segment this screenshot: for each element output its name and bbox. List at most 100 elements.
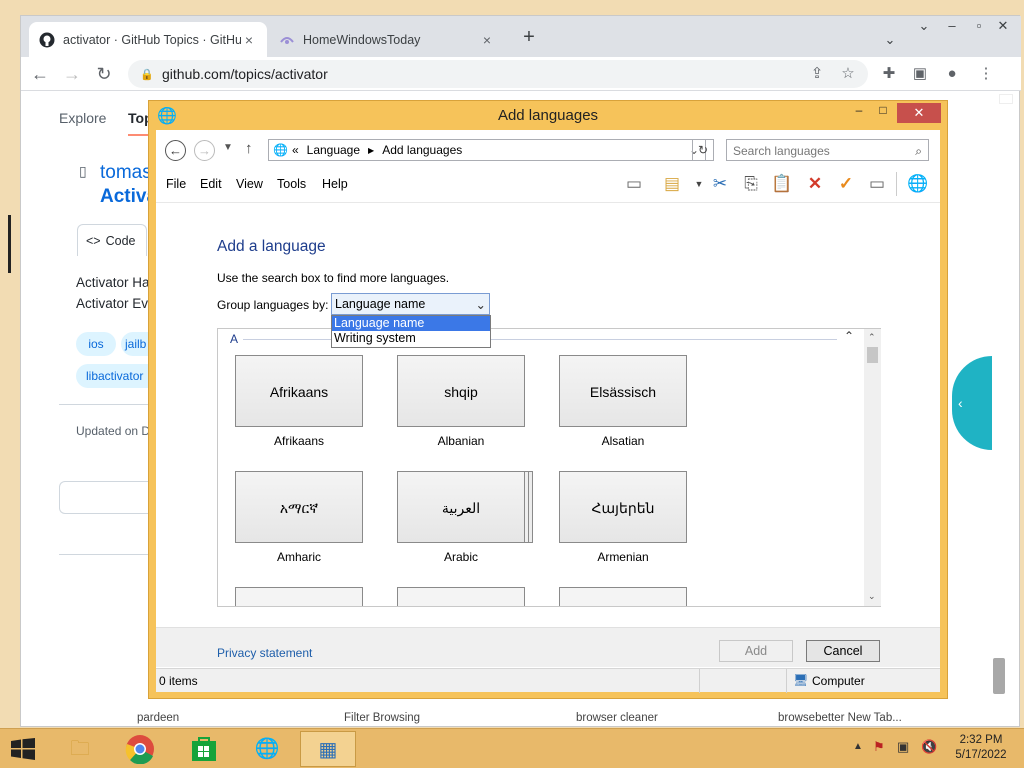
scroll-up-icon[interactable]: ⌃ [868,332,876,343]
menu-tools[interactable]: Tools [277,166,306,202]
cut-icon[interactable]: ✂ [707,172,733,196]
chrome-icon[interactable] [112,731,168,767]
topic-tag[interactable]: libactivator [76,364,151,388]
nav-explore[interactable]: Explore [59,110,106,126]
status-items: 0 items [159,674,198,688]
copy-icon[interactable]: ⎘ [738,172,764,196]
extensions-puzzle-icon[interactable]: ✚ [878,63,900,85]
share-icon[interactable]: ⇪ [806,63,828,85]
chevron-right-icon: ▶ [368,145,375,155]
globe-icon[interactable]: 🌐 [905,172,931,196]
language-tile-arabic[interactable]: العربية [397,471,525,543]
action-center-flag-icon[interactable]: ⚑ [873,739,885,755]
language-globe-icon[interactable]: 🌐 [239,731,295,767]
dialog-footer: Privacy statement Add Cancel [156,627,940,667]
group-by-label: Group languages by: [217,298,329,312]
new-tab-button[interactable]: + [516,24,542,50]
profile-avatar-icon[interactable]: ● [941,63,963,85]
browser-toolbar: ← → ↻ 🔒 github.com/topics/activator ⇪ ☆ … [21,57,1021,91]
side-widget-chevron-icon[interactable]: ‹ [952,356,992,450]
address-bar[interactable]: 🔒 github.com/topics/activator [128,60,868,88]
clock[interactable]: 2:32 PM 5/17/2022 [951,733,1011,763]
tab-homewindowstoday[interactable]: HomeWindowsToday × [269,22,505,57]
properties-icon[interactable]: ▭ [864,172,890,196]
search-placeholder: Search languages [733,144,830,158]
close-icon[interactable]: ✕ [897,103,941,123]
option-language-name[interactable]: Language name [332,316,490,331]
language-tile-partial[interactable] [235,587,363,606]
checkmark-icon[interactable]: ✓ [833,172,859,196]
load-more-button[interactable] [59,481,151,514]
store-icon[interactable] [176,731,232,767]
collapse-chevron-icon[interactable]: ⌃ [844,329,854,343]
code-tab[interactable]: <> Code [77,224,147,256]
menu-help[interactable]: Help [322,166,348,202]
option-writing-system[interactable]: Writing system [332,331,490,346]
group-by-select[interactable]: Language name ⌄ [331,293,490,315]
search-input[interactable]: Search languages ⌕ [726,139,929,161]
close-tab-icon[interactable]: × [241,32,257,48]
privacy-link[interactable]: Privacy statement [217,646,312,660]
language-tile-afrikaans[interactable]: Afrikaans [235,355,363,427]
topic-tag[interactable]: ios [76,332,116,356]
language-tile-armenian[interactable]: Հայերեն [559,471,687,543]
bottom-cut-text: Filter Browsing [344,712,421,724]
recent-dropdown-icon[interactable]: ▼ [223,142,233,153]
page-scrollbar-thumb[interactable] [993,658,1005,694]
minimize-icon[interactable]: – [847,103,871,123]
bookmark-star-icon[interactable]: ☆ [837,63,859,85]
status-location: Computer [812,674,865,688]
side-panel-icon[interactable]: ▣ [909,63,931,85]
language-tile-partial[interactable] [559,587,687,606]
control-panel-icon[interactable]: ▦ [300,731,356,767]
repo-owner[interactable]: tomas [100,162,152,184]
back-arrow-icon[interactable]: ← [27,61,53,87]
cancel-button[interactable]: Cancel [806,640,880,662]
language-tile-alsatian[interactable]: Elsässisch [559,355,687,427]
add-button[interactable]: Add [719,640,793,662]
layout-pane-icon[interactable]: ▭ [621,172,647,196]
bottom-cut-text: browsebetter New Tab... [778,712,902,724]
add-languages-dialog: 🌐 Add languages – □ ✕ ← → ▼ ↑ 🌐 « Langua… [148,100,948,699]
menu-file[interactable]: File [166,166,186,202]
paste-icon[interactable]: 📋 [769,172,795,196]
back-arrow-icon[interactable]: ← [165,140,186,161]
forward-arrow-icon[interactable]: → [194,140,215,161]
reload-icon[interactable]: ↻ [91,61,117,87]
maximize-icon[interactable]: □ [871,103,895,123]
list-scrollbar[interactable]: ⌃ ⌄ [864,329,881,606]
refresh-icon[interactable]: ↻ [692,139,714,161]
divider [59,554,149,555]
forward-arrow-icon[interactable]: → [59,61,85,87]
address-breadcrumb[interactable]: 🌐 « Language ▶ Add languages ⌄ [268,139,706,161]
close-window-icon[interactable]: ✕ [988,16,1018,36]
start-windows-icon[interactable] [0,731,46,767]
tray-expand-icon[interactable]: ▲ [853,741,863,752]
breadcrumb-language[interactable]: Language [307,143,360,157]
folder-options-icon[interactable]: ▤ [659,172,685,196]
minimize-icon[interactable]: – [937,16,967,36]
taskbar: 🗀 🌐 ▦ ▲ ⚑ ▣ 🔇 2:32 PM 5/17/2022 [0,728,1024,768]
scrollbar-up[interactable] [999,94,1013,104]
tab-github[interactable]: activator · GitHub Topics · GitHub × [29,22,267,57]
divider [786,669,787,693]
language-tile-amharic[interactable]: አማርኛ [235,471,363,543]
repo-icon: ▯ [79,163,87,179]
up-arrow-icon[interactable]: ↑ [245,140,253,157]
close-tab-icon[interactable]: × [479,32,495,48]
restore-chevron-icon[interactable]: ⌄ [909,16,939,36]
kebab-menu-icon[interactable]: ⋮ [975,63,997,85]
menu-view[interactable]: View [236,166,263,202]
breadcrumb-add-languages[interactable]: Add languages [382,143,462,157]
volume-muted-icon[interactable]: 🔇 [921,739,937,755]
network-icon[interactable]: ▣ [897,739,909,755]
tab-search-icon[interactable]: ⌄ [875,30,905,50]
scroll-down-icon[interactable]: ⌄ [868,591,876,602]
menu-edit[interactable]: Edit [200,166,222,202]
file-explorer-icon[interactable]: 🗀 [52,731,108,767]
language-name: Armenian [597,550,649,564]
language-tile-partial[interactable] [397,587,525,606]
delete-icon[interactable]: ✕ [802,172,828,196]
scrollbar-thumb[interactable] [867,347,878,363]
language-tile-albanian[interactable]: shqip [397,355,525,427]
